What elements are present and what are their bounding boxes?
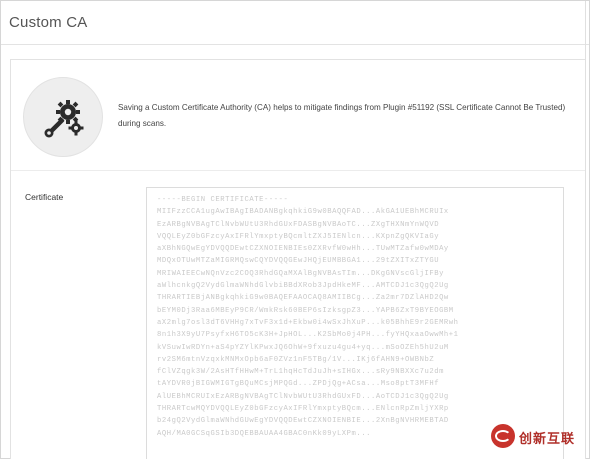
certificate-textarea[interactable]: -----BEGIN CERTIFICATE----- MIIFzzCCA1ug…	[146, 187, 564, 459]
section-divider	[11, 170, 585, 171]
watermark: 创新互联	[491, 422, 590, 452]
watermark-text: 创新互联	[519, 432, 576, 447]
watermark-logo-icon	[491, 424, 515, 448]
custom-ca-icon-badge	[23, 77, 103, 157]
custom-ca-description: Saving a Custom Certificate Authority (C…	[118, 103, 566, 128]
main-window: Custom CA Saving a Custom Certificate Au…	[0, 0, 590, 459]
title-bar: Custom CA	[1, 1, 589, 45]
gears-wrench-icon	[44, 100, 84, 138]
certificate-text: -----BEGIN CERTIFICATE----- MIIFzzCCA1ug…	[157, 196, 459, 438]
page-title: Custom CA	[9, 14, 88, 31]
certificate-label: Certificate	[25, 192, 64, 202]
right-divider	[585, 1, 586, 459]
